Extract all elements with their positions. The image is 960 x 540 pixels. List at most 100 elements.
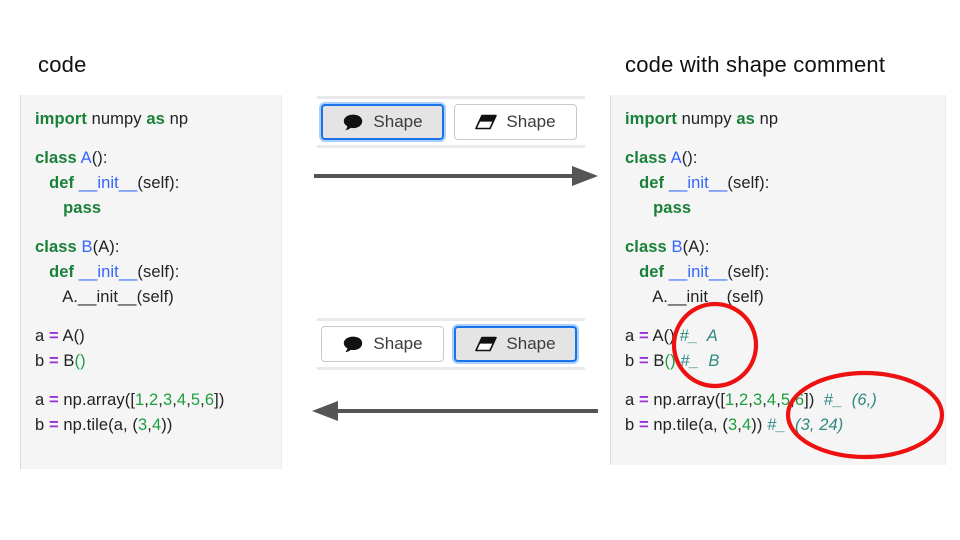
code-token-op: = (638, 416, 649, 434)
code-token-plain: A() (58, 327, 85, 345)
code-token-plain: )) (161, 416, 173, 434)
code-token-kw: def (639, 263, 665, 281)
code-token-plain: (): (91, 149, 108, 167)
code-line: b = B() (35, 349, 267, 374)
code-token-plain: b (625, 352, 639, 370)
code-token-plain: ]) (804, 391, 824, 409)
code-token-num: 4 (151, 416, 162, 434)
code-line: a = A() (35, 324, 267, 349)
code-token-plain: b (625, 416, 639, 434)
code-token-plain: (self): (727, 263, 770, 281)
code-token-num: 1 (135, 391, 145, 409)
code-token-op: = (48, 391, 59, 409)
code-token-fn: __init__ (668, 263, 728, 281)
code-token-plain: A() (648, 327, 680, 345)
shape-button-speech-bubble[interactable]: Shape (321, 104, 444, 140)
code-line: class B(A): (35, 235, 267, 260)
code-token-fn: __init__ (668, 174, 728, 192)
arrow-code-to-annotated (310, 163, 600, 194)
code-token-plain: b (35, 352, 49, 370)
code-token-plain: (self): (137, 263, 180, 281)
code-line: A.__init__(self) (35, 285, 267, 310)
speech-bubble-icon (342, 334, 364, 354)
code-token-kw: import (35, 110, 87, 128)
shape-button-eraser[interactable]: Shape (454, 104, 577, 140)
code-line: b = B() #_ B (625, 349, 931, 374)
code-token-kw: as (736, 110, 755, 128)
code-token-num: 4 (741, 416, 752, 434)
code-token-num: 4 (176, 391, 187, 409)
shape-button-eraser[interactable]: Shape (454, 326, 577, 362)
code-line: a = A() #_ A (625, 324, 931, 349)
code-token-kw: class (35, 149, 77, 167)
code-token-plain: (self): (137, 174, 180, 192)
code-token-kw: class (625, 238, 667, 256)
code-line: b = np.tile(a, (3,4)) #_ (3, 24) (625, 413, 931, 438)
code-token-kw: class (35, 238, 77, 256)
shape-button-label: Shape (506, 334, 556, 353)
code-token-cls: A (670, 149, 682, 167)
code-token-num: 3 (137, 416, 148, 434)
code-token-plain: np (164, 110, 189, 128)
code-line: def __init__(self): (625, 260, 931, 285)
shape-button-speech-bubble[interactable]: Shape (321, 326, 444, 362)
code-line: a = np.array([1,2,3,4,5,6]) #_ (6,) (625, 388, 931, 413)
code-token-op: = (638, 327, 649, 345)
code-token-plain: a (35, 391, 49, 409)
code-line: import numpy as np (625, 107, 931, 132)
code-token-kw: as (146, 110, 165, 128)
code-token-op: = (638, 352, 649, 370)
code-token-plain: np.tile(a, ( (58, 416, 138, 434)
code-line: A.__init__(self) (625, 285, 931, 310)
code-line: pass (35, 196, 267, 221)
page-title-code: code (38, 52, 87, 77)
code-token-kw: pass (653, 199, 692, 217)
code-token-kw: def (639, 174, 665, 192)
code-token-kw: pass (63, 199, 102, 217)
code-line: def __init__(self): (35, 260, 267, 285)
code-line: def __init__(self): (35, 171, 267, 196)
code-token-fn: __init__ (78, 174, 138, 192)
code-token-cmt: #_ (6,) (823, 391, 877, 409)
code-token-num: 2 (738, 391, 749, 409)
code-token-num: 3 (752, 391, 763, 409)
eraser-icon (475, 334, 498, 354)
shape-button-label: Shape (506, 112, 556, 131)
code-token-num: 6 (794, 391, 805, 409)
code-token-cls: B (81, 238, 93, 256)
code-token-fn: __init__ (78, 263, 138, 281)
code-token-plain: a (35, 327, 49, 345)
code-panel-right: import numpy as np class A(): def __init… (610, 95, 946, 465)
code-line: a = np.array([1,2,3,4,5,6]) (35, 388, 267, 413)
code-token-cmt: #_ B (680, 352, 720, 370)
code-line: pass (625, 196, 931, 221)
code-token-num: 5 (780, 391, 791, 409)
code-token-plain: )) (751, 416, 768, 434)
code-token-kw: import (625, 110, 677, 128)
shape-button-label: Shape (373, 112, 423, 131)
code-token-num: 4 (766, 391, 777, 409)
code-token-num: 2 (148, 391, 159, 409)
code-token-kw: def (49, 263, 75, 281)
code-token-plain: a (625, 391, 639, 409)
code-token-plain: A.__init__(self) (35, 288, 174, 306)
code-token-plain: ]) (214, 391, 225, 409)
code-token-num: 1 (725, 391, 735, 409)
code-token-cls: A (80, 149, 92, 167)
code-token-plain: np.tile(a, ( (648, 416, 728, 434)
code-token-plain: np.array([ (58, 391, 136, 409)
code-token-num: 3 (727, 416, 738, 434)
code-line: b = np.tile(a, (3,4)) (35, 413, 267, 438)
code-token-cmt: #_ (3, 24) (767, 416, 844, 434)
code-panel-left: import numpy as np class A(): def __init… (20, 95, 282, 469)
